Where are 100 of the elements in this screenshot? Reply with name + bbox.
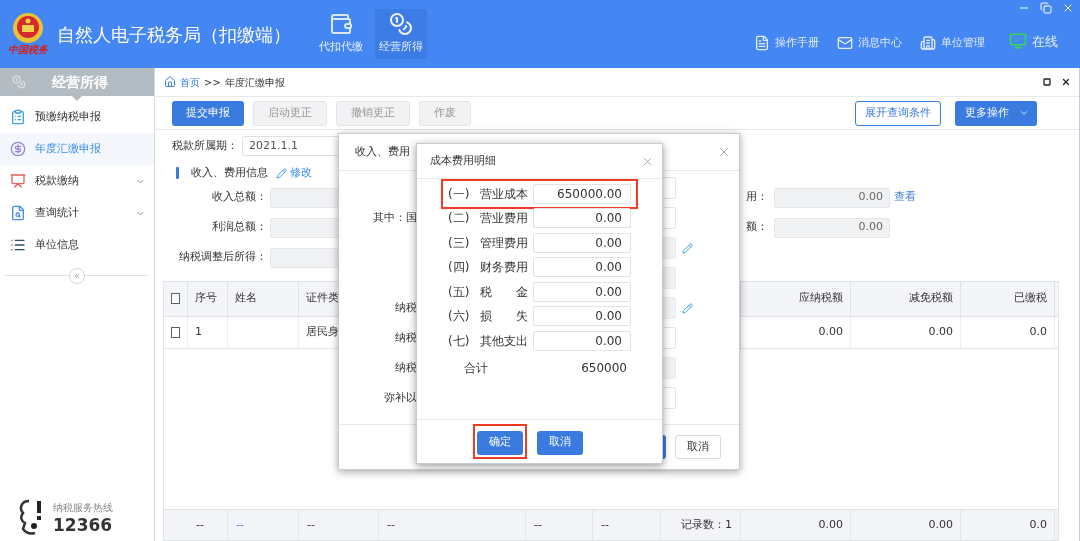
hotline-label: 纳税服务热线 [53,501,113,515]
pencil-icon[interactable] [682,242,693,254]
maximize-icon[interactable] [1043,78,1051,86]
confirm-button[interactable]: 确定 [476,430,523,455]
sidebar-item[interactable]: 年度汇缴申报 [0,133,154,165]
table-cell-text: -- [601,516,609,533]
coins-icon [389,12,413,37]
input-field[interactable]: 0.00 [532,257,631,278]
edit-link[interactable]: 修改 [276,165,312,182]
row-number: (六) [448,308,471,326]
presentation-icon [10,173,26,189]
field-label: 其中：国 [373,210,417,224]
readonly-field: 0.00 [774,187,890,208]
header-link[interactable]: 在线 [1009,31,1058,51]
column-header: 姓名 [235,290,257,307]
nav-tab[interactable]: 代扣代缴 [315,9,367,59]
field-label: 额： [746,220,768,234]
checkbox[interactable] [171,326,180,338]
table-cell-text: -- [534,516,542,533]
table-cell-text: -- [307,516,315,533]
table-cell-text: 0.0 [1029,323,1047,340]
checkbox[interactable] [171,293,180,304]
total-label: 合计 [464,360,488,377]
pencil-icon[interactable] [682,302,693,314]
wallet-icon [329,12,353,37]
readonly-field: 0.00 [774,217,890,238]
cancel-button[interactable]: 取消 [536,430,583,455]
field-label: 营业成本 [479,186,529,203]
input-field[interactable]: 0.00 [532,208,631,229]
sidebar-title: 经营所得 [52,72,108,92]
header-link[interactable]: 单位管理 [920,34,985,51]
close-icon[interactable] [1061,77,1071,87]
sidebar-item[interactable]: 查询统计 [0,197,154,229]
field-label: 利润总额： [212,220,267,234]
input-field[interactable]: 0.00 [532,306,631,327]
field-label: 营业费用 [479,210,529,228]
column-header: 应纳税额 [799,290,843,307]
emblem-icon [12,12,44,44]
collapse-button[interactable]: « [69,268,85,284]
field-label: 其他支出 [479,332,529,350]
logo-caption: 中国税务 [8,44,48,56]
breadcrumb-separator: >> [204,75,221,90]
section-title: 收入、费用信息 [191,165,268,181]
row-number: (三) [448,234,471,252]
coin-icon [10,141,26,157]
home-icon [164,76,176,88]
nav-tab[interactable]: 经营所得 [375,9,427,59]
view-link[interactable]: 查看 [894,189,916,206]
document-icon [754,34,770,51]
monitor-check-icon [1009,32,1027,51]
sidebar-item[interactable]: 税款缴纳 [0,165,154,197]
table-cell-text: 0.00 [818,516,843,533]
column-header: 序号 [195,290,217,307]
row-number: (二) [448,210,471,228]
field-label: 损 失 [479,308,529,326]
input-field[interactable]: 0.00 [532,330,631,351]
row-number: (四) [448,259,471,277]
sidebar-item[interactable]: 单位信息 [0,229,154,261]
header-link[interactable]: 消息中心 [837,34,902,51]
file-search-icon [10,205,26,221]
column-header: 证件类 [306,290,339,307]
table-cell-text: 1 [195,323,202,340]
restore-icon[interactable] [1040,2,1052,14]
expand-filter-button[interactable]: 展开查询条件 [855,100,941,126]
field-label: 用： [746,190,768,204]
row-number: (一) [448,186,471,203]
table-cell-text: 0.00 [928,516,953,533]
field-label: 纳税调整后所得： [179,250,267,264]
column-header: 已缴税 [1014,290,1047,307]
cancel-button[interactable]: 取消 [675,435,721,459]
breadcrumb-link[interactable]: 首页 [180,74,200,90]
sidebar-item[interactable]: 预缴纳税申报 [0,101,154,133]
dialog-title: 收入、费用 [355,143,410,160]
chevron-down-icon [1019,108,1029,118]
clipboard-icon [10,109,26,125]
toolbar-button[interactable]: 提交申报 [172,100,244,126]
total-value: 650000 [581,360,627,377]
more-actions-button[interactable]: 更多操作 [955,100,1037,126]
table-cell-text: 居民身 [306,323,339,340]
coins-icon [12,75,26,89]
hotline-number: 12366 [53,515,113,535]
field-label: 税款所属期： [172,137,238,154]
row-number: (七) [448,332,471,350]
header-link[interactable]: 操作手册 [754,34,819,51]
field-label: 财务费用 [479,259,529,277]
record-count: 记录数：1 [681,516,732,533]
dialog-title: 成本费用明细 [430,152,496,169]
input-field[interactable]: 650000.00 [532,184,631,204]
row-number: (五) [448,283,471,301]
mail-icon [837,34,853,51]
footer-link[interactable]: -- [236,516,244,534]
field-label: 弥补以 [384,390,417,404]
app-title: 自然人电子税务局（扣缴端） [57,22,291,47]
building-icon [920,34,936,51]
field-label: 收入总额： [212,190,267,204]
table-cell-text: -- [196,516,204,533]
list-icon [10,237,26,253]
input-field[interactable]: 0.00 [532,281,631,302]
field-label: 税 金 [479,283,529,301]
input-field[interactable]: 0.00 [532,232,631,253]
